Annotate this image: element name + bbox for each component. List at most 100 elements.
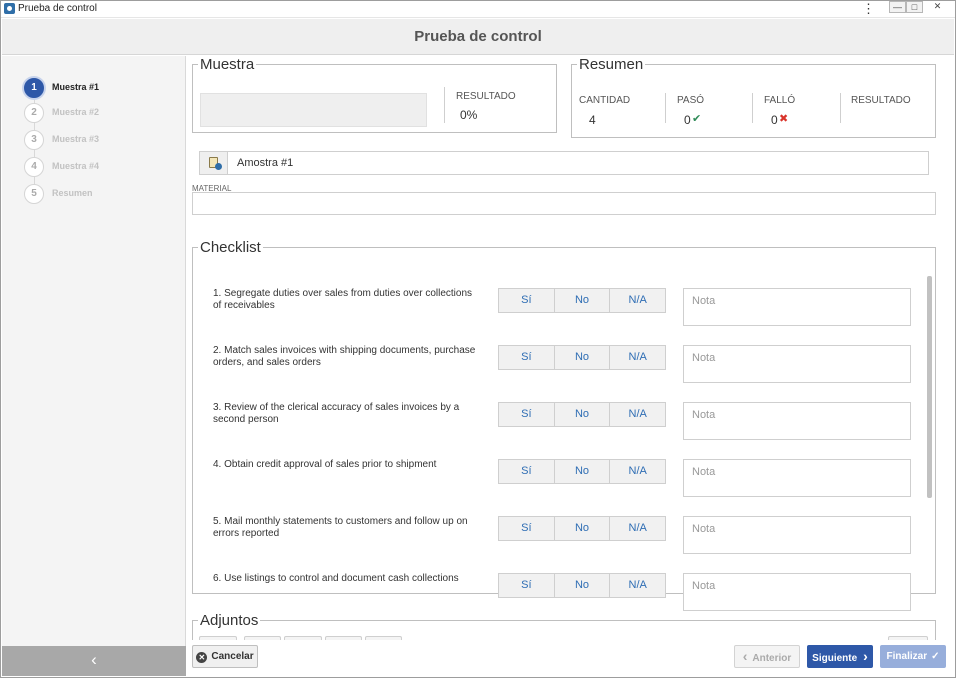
main-content: Muestra RESULTADO 0% Resumen CANTIDAD 4 … [187, 56, 954, 640]
divider [665, 93, 666, 123]
answer-selector: Sí No N/A [498, 516, 666, 541]
checklist-question: 3. Review of the clerical accuracy of sa… [213, 402, 460, 425]
step-label: Muestra #1 [52, 82, 100, 92]
step-number: 5 [24, 184, 44, 204]
cancel-button[interactable]: ✕ Cancelar [192, 645, 258, 668]
step-muestra-2[interactable]: 2 Muestra #2 [24, 103, 174, 123]
answer-no-button[interactable]: No [555, 403, 611, 426]
step-muestra-1[interactable]: 1 Muestra #1 [24, 78, 174, 98]
divider [444, 87, 445, 123]
check-icon: ✓ [931, 651, 940, 662]
step-muestra-4[interactable]: 4 Muestra #4 [24, 157, 174, 177]
answer-na-button[interactable]: N/A [610, 574, 665, 597]
next-button[interactable]: Siguiente › [807, 645, 873, 668]
step-resumen[interactable]: 5 Resumen [24, 184, 174, 204]
step-label: Muestra #3 [52, 134, 100, 144]
checklist-question: 6. Use listings to control and document … [213, 573, 459, 584]
finish-label: Finalizar [886, 651, 928, 662]
resumen-panel: Resumen CANTIDAD 4 PASÓ 0 ✔ FALLÓ 0 ✖ RE… [571, 56, 936, 138]
checklist-question: 2. Match sales invoices with shipping do… [213, 345, 476, 368]
checklist-title: Checklist [200, 239, 261, 256]
app-icon [4, 3, 15, 14]
note-input[interactable]: Nota [683, 459, 911, 497]
answer-yes-button[interactable]: Sí [499, 574, 555, 597]
paso-value: 0 [684, 113, 691, 127]
checklist-question: 5. Mail monthly statements to customers … [213, 516, 468, 539]
muestra-title: Muestra [200, 56, 255, 73]
answer-selector: Sí No N/A [498, 402, 666, 427]
checklist-question: 1. Segregate duties over sales from duti… [213, 288, 473, 311]
answer-na-button[interactable]: N/A [610, 346, 665, 369]
answer-selector: Sí No N/A [498, 573, 666, 598]
sample-name-field[interactable]: Amostra #1 [199, 151, 929, 175]
answer-na-button[interactable]: N/A [610, 289, 665, 312]
muestra-resultado-value: 0% [460, 108, 478, 122]
adjuntos-title: Adjuntos [200, 612, 259, 629]
answer-selector: Sí No N/A [498, 459, 666, 484]
window-titlebar: Prueba de control ⋮ — □ ✕ [0, 0, 956, 18]
sample-name-value: Amostra #1 [237, 157, 294, 169]
close-window-button[interactable]: ✕ [929, 1, 946, 13]
step-number: 2 [24, 103, 44, 123]
note-input[interactable]: Nota [683, 345, 911, 383]
page-title: Prueba de control [414, 28, 542, 45]
collapse-sidebar-button[interactable]: ‹ [2, 646, 186, 676]
checklist-question: 4. Obtain credit approval of sales prior… [213, 459, 437, 470]
window-title: Prueba de control [18, 3, 97, 14]
next-label: Siguiente [812, 653, 858, 664]
divider [840, 93, 841, 123]
material-input[interactable] [192, 192, 936, 215]
answer-yes-button[interactable]: Sí [499, 346, 555, 369]
step-number: 3 [24, 130, 44, 150]
note-input[interactable]: Nota [683, 516, 911, 554]
page-header: Prueba de control [2, 19, 954, 55]
note-input[interactable]: Nota [683, 288, 911, 326]
step-muestra-3[interactable]: 3 Muestra #3 [24, 130, 174, 150]
answer-selector: Sí No N/A [498, 288, 666, 313]
minimize-button[interactable]: — [889, 1, 906, 13]
answer-yes-button[interactable]: Sí [499, 517, 555, 540]
answer-no-button[interactable]: No [555, 346, 611, 369]
cancel-label: Cancelar [211, 651, 254, 662]
resumen-title: Resumen [579, 56, 644, 73]
cantidad-value: 4 [589, 113, 596, 127]
cantidad-label: CANTIDAD [579, 95, 631, 106]
fallo-label: FALLÓ [764, 95, 796, 106]
answer-yes-button[interactable]: Sí [499, 289, 555, 312]
window-menu-icon[interactable]: ⋮ [862, 1, 875, 17]
answer-yes-button[interactable]: Sí [499, 460, 555, 483]
info-icon [215, 163, 222, 170]
chevron-left-icon: ‹ [742, 648, 748, 664]
answer-no-button[interactable]: No [555, 460, 611, 483]
answer-no-button[interactable]: No [555, 517, 611, 540]
answer-na-button[interactable]: N/A [610, 460, 665, 483]
muestra-panel: Muestra RESULTADO 0% [192, 56, 557, 133]
answer-selector: Sí No N/A [498, 345, 666, 370]
step-label: Muestra #4 [52, 161, 100, 171]
previous-label: Anterior [752, 653, 792, 664]
note-input[interactable]: Nota [683, 402, 911, 440]
step-number: 1 [24, 78, 44, 98]
step-label: Muestra #2 [52, 107, 100, 117]
check-icon: ✔ [692, 113, 702, 125]
answer-yes-button[interactable]: Sí [499, 403, 555, 426]
answer-na-button[interactable]: N/A [610, 403, 665, 426]
note-input[interactable]: Nota [683, 573, 911, 611]
footer-bar: ✕ Cancelar ‹ Anterior Siguiente › Finalizar… [187, 640, 954, 676]
finish-button[interactable]: Finalizar ✓ [880, 645, 946, 668]
checklist-scrollbar[interactable] [927, 276, 932, 498]
answer-no-button[interactable]: No [555, 289, 611, 312]
answer-no-button[interactable]: No [555, 574, 611, 597]
fallo-value: 0 [771, 113, 778, 127]
checklist-panel: Checklist 1. Segregate duties over sales… [192, 239, 936, 611]
step-number: 4 [24, 157, 44, 177]
paso-label: PASÓ [677, 95, 705, 106]
sample-info-button[interactable] [200, 152, 228, 174]
resumen-resultado-label: RESULTADO [851, 95, 911, 106]
answer-na-button[interactable]: N/A [610, 517, 665, 540]
maximize-button[interactable]: □ [906, 1, 923, 13]
divider [752, 93, 753, 123]
previous-button[interactable]: ‹ Anterior [734, 645, 800, 668]
sidebar-stepper: 1 Muestra #1 2 Muestra #2 3 Muestra #3 4… [2, 56, 186, 676]
close-icon: ✕ [196, 652, 208, 663]
